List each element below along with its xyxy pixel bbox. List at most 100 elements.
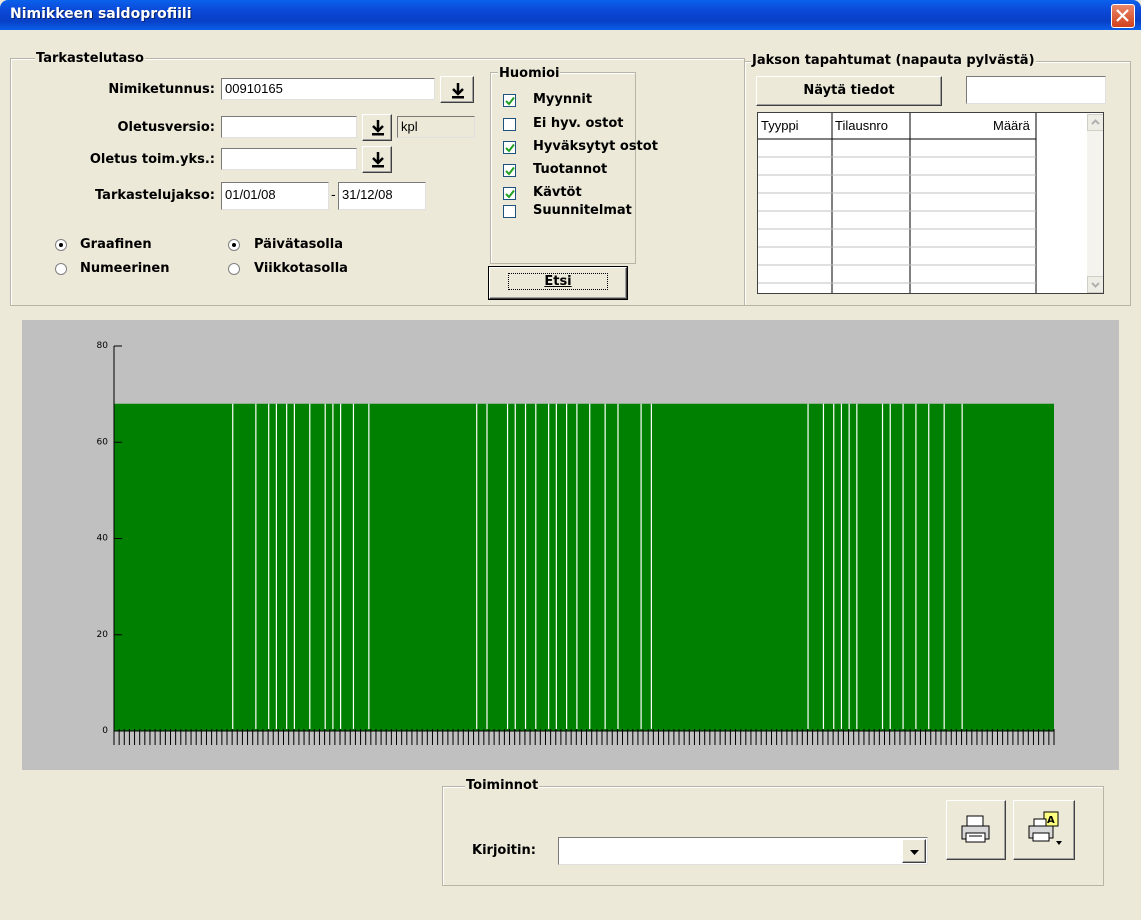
huomioi-checkbox-label: Ei hyv. ostot [533, 116, 624, 131]
toiminnot-legend: Toiminnot [465, 778, 540, 793]
bar-gap[interactable] [486, 403, 488, 729]
bar-gap[interactable] [650, 403, 652, 729]
unit-field: kpl [397, 116, 475, 138]
bar-gap[interactable] [822, 403, 825, 729]
bar-gap[interactable] [514, 403, 516, 729]
bar-series[interactable] [114, 403, 1054, 731]
bar-gap[interactable] [268, 403, 270, 729]
bar-gap[interactable] [232, 403, 234, 729]
bar-gap[interactable] [555, 403, 557, 729]
saldo-chart[interactable]: 0 20 40 60 80 [22, 320, 1119, 770]
bar-gap[interactable] [332, 403, 334, 729]
etsi-button[interactable]: Etsi [489, 267, 627, 299]
print-preview-button[interactable]: A [1013, 800, 1075, 860]
bar-gap[interactable] [833, 403, 835, 729]
col-maara[interactable]: Määrä [993, 118, 1030, 133]
oletusversio-lookup-button[interactable] [362, 114, 392, 141]
print-button[interactable] [946, 800, 1006, 860]
bar-gap[interactable] [576, 403, 578, 729]
bar-gap[interactable] [566, 403, 568, 729]
bar-gap[interactable] [324, 403, 326, 729]
radio-graafinen-label: Graafinen [80, 237, 152, 252]
kirjoitin-dropdown-button[interactable] [902, 839, 926, 863]
bar-gap[interactable] [881, 403, 884, 729]
col-tyyppi[interactable]: Tyyppi [761, 118, 799, 133]
huomioi-checkbox-label: Kävtöt [533, 185, 582, 200]
bar-gap[interactable] [915, 403, 917, 729]
radio-graafinen[interactable] [55, 239, 67, 251]
huomioi-checkbox[interactable] [503, 164, 516, 177]
oletusversio-input[interactable] [221, 116, 357, 138]
bar-gap[interactable] [524, 403, 527, 729]
huomioi-checkbox[interactable] [503, 94, 516, 107]
bar-gap[interactable] [535, 403, 537, 729]
huomioi-checkbox[interactable] [503, 118, 516, 131]
bar-gap[interactable] [476, 403, 478, 729]
down-arrow-icon [372, 152, 384, 168]
bar-gap[interactable] [617, 403, 619, 729]
bar-gap[interactable] [368, 403, 370, 729]
bar-gap[interactable] [286, 403, 288, 729]
tarkastelujakso-label: Tarkastelujakso: [94, 188, 215, 203]
bar-gap[interactable] [604, 403, 606, 729]
y-tick-label: 60 [97, 437, 109, 447]
events-scrollbar[interactable] [1087, 114, 1103, 293]
bar-gap[interactable] [548, 403, 550, 729]
oletus-toim-yks-input[interactable] [221, 148, 357, 170]
bar-gap[interactable] [848, 403, 850, 729]
huomioi-checkbox[interactable] [503, 141, 516, 154]
dropdown-arrow-icon [910, 850, 919, 855]
bar-gap[interactable] [640, 403, 642, 729]
bar-gap[interactable] [352, 403, 355, 729]
title-bar: Nimikkeen saldoprofiili [0, 0, 1141, 30]
down-arrow-icon [372, 120, 384, 136]
bar-gap[interactable] [889, 403, 891, 729]
radio-paivatasolla-label: Päivätasolla [254, 237, 343, 252]
jakso-side-field[interactable] [966, 76, 1106, 104]
bar-gap[interactable] [840, 403, 843, 729]
bar-gap[interactable] [506, 403, 509, 729]
nimiketunnus-lookup-button[interactable] [440, 76, 474, 103]
radio-numeerinen[interactable] [55, 263, 67, 275]
bar-gap[interactable] [943, 403, 945, 729]
radio-paivatasolla[interactable] [228, 239, 240, 251]
bar-gap[interactable] [293, 403, 295, 729]
print-preview-icon: A [1028, 811, 1062, 845]
huomioi-checkbox[interactable] [503, 187, 516, 200]
bar-gap[interactable] [589, 403, 591, 729]
huomioi-checkbox-label: Hyväksytyt ostot [533, 139, 658, 154]
jakso-start-input[interactable]: 01/01/08 [221, 182, 329, 210]
col-tilausnro[interactable]: Tilausnro [835, 118, 888, 133]
scroll-up-button[interactable] [1087, 114, 1103, 131]
bar-gap[interactable] [255, 403, 257, 729]
bar-gap[interactable] [309, 403, 311, 729]
bar-gap[interactable] [856, 403, 858, 729]
events-grid-lines [758, 113, 1088, 293]
nayta-tiedot-button[interactable]: Näytä tiedot [756, 76, 942, 106]
huomioi-checkbox[interactable] [503, 205, 516, 218]
bar-gap[interactable] [928, 403, 930, 729]
saldo-chart-svg[interactable]: 0 20 40 60 80 [22, 320, 1119, 770]
oletus-toim-yks-label: Oletus toim.yks.: [89, 152, 215, 167]
radio-viikkotasolla-label: Viikkotasolla [254, 261, 348, 276]
huomioi-checkbox-label: Myynnit [533, 92, 593, 107]
bar-gap[interactable] [807, 403, 809, 729]
nimiketunnus-input[interactable]: 00910165 [221, 78, 435, 100]
close-button[interactable] [1111, 4, 1135, 28]
oletus-toim-yks-lookup-button[interactable] [362, 146, 392, 173]
svg-text:A: A [1047, 815, 1055, 826]
kirjoitin-select[interactable] [558, 837, 928, 865]
huomioi-legend: Huomioi [498, 66, 561, 81]
bar-gap[interactable] [340, 403, 342, 729]
bar-gap[interactable] [275, 403, 277, 729]
jakso-end-input[interactable]: 31/12/08 [338, 182, 426, 210]
checkmark-icon [505, 96, 515, 106]
bar-gap[interactable] [902, 403, 904, 729]
checkmark-icon [505, 189, 515, 199]
events-table[interactable]: Tyyppi Tilausnro Määrä [757, 112, 1104, 294]
radio-viikkotasolla[interactable] [228, 263, 240, 275]
huomioi-checkbox-label: Suunnitelmat [533, 203, 632, 218]
bar-gap[interactable] [961, 403, 963, 729]
scroll-down-button[interactable] [1087, 276, 1103, 293]
checkmark-icon [505, 143, 515, 153]
